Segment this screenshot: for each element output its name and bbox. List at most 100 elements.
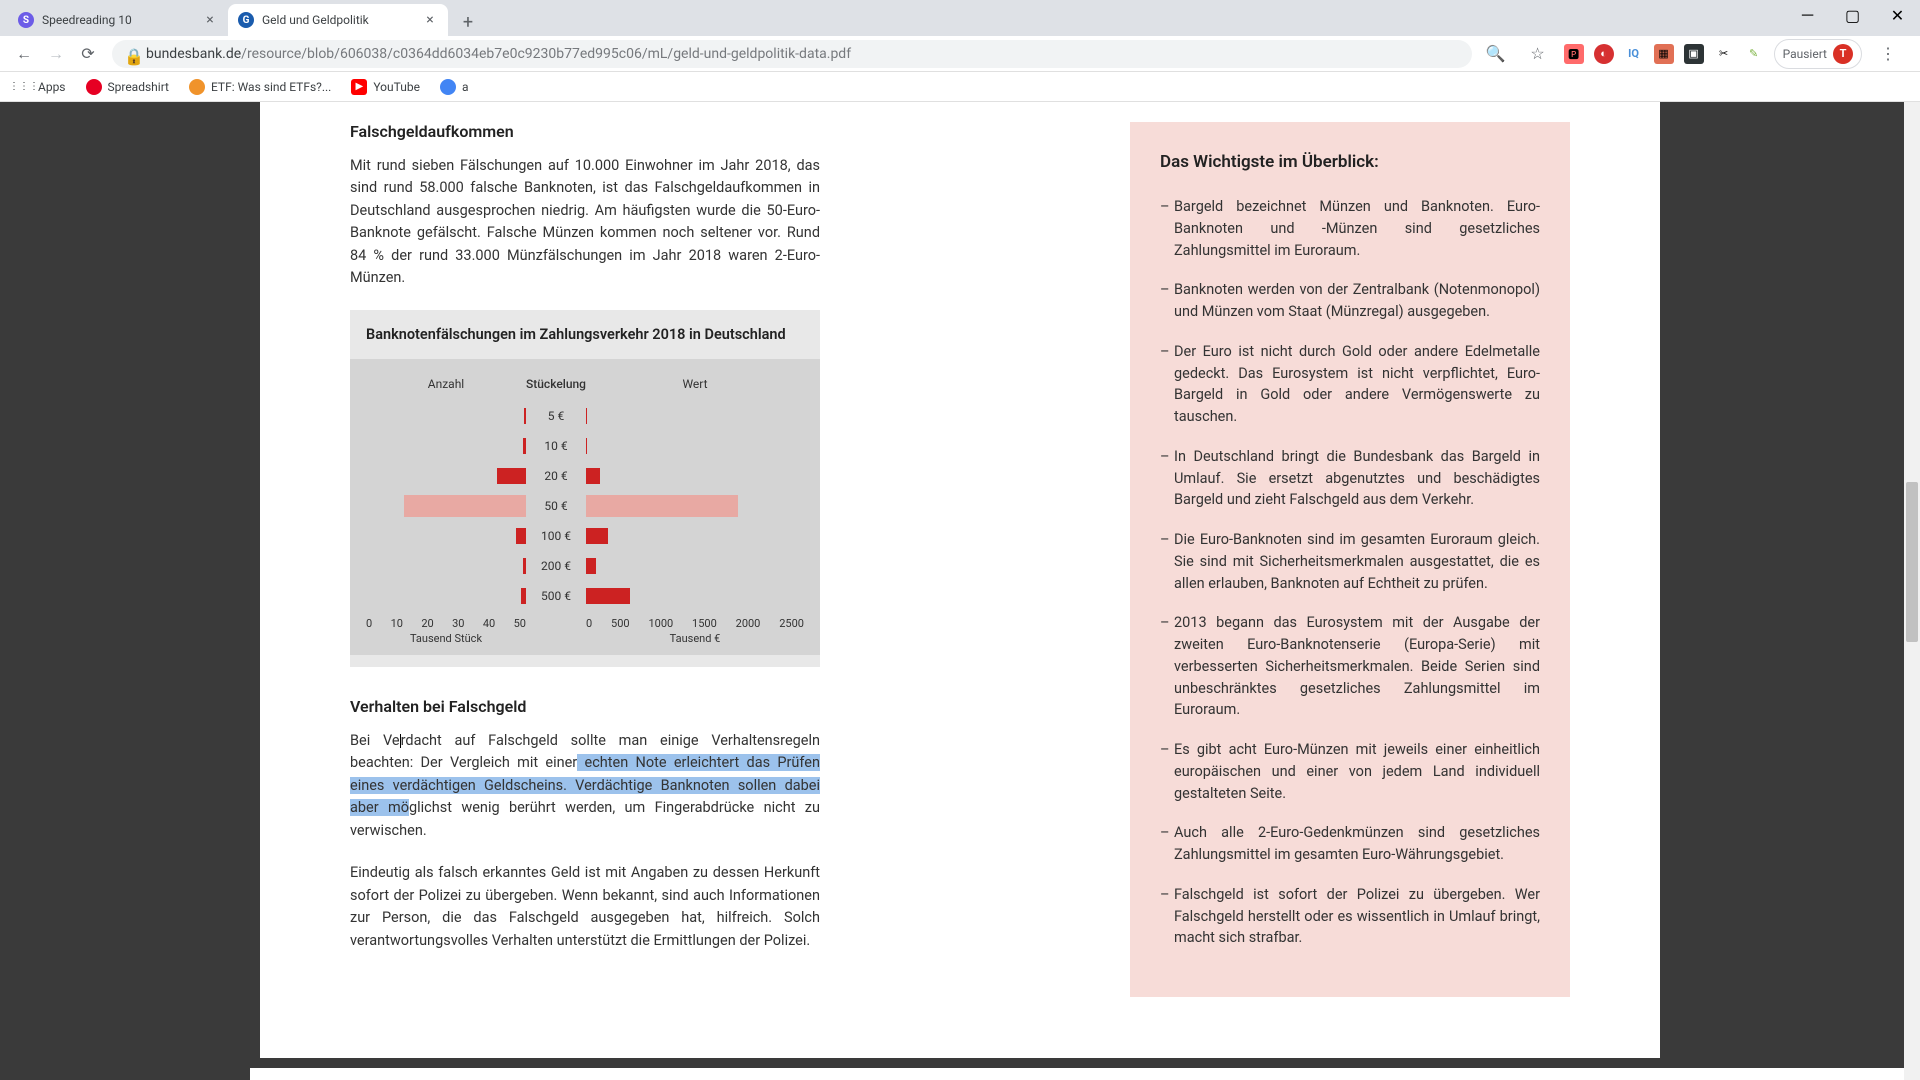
browser-tab-bar: S Speedreading 10 × G Geld und Geldpolit… [0,0,1920,36]
axis-label-left: Tausend Stück [366,632,526,645]
bar-anzahl [497,468,526,484]
axis-tick: 0 [366,617,372,630]
scroll-thumb[interactable] [1906,482,1918,642]
favicon-icon: S [18,12,34,28]
bar-wert [586,495,738,517]
zoom-icon[interactable]: 🔍 [1480,38,1512,70]
summary-box: Das Wichtigste im Überblick: Bargeld bez… [1130,122,1570,997]
scrollbar-vertical[interactable] [1904,102,1920,1080]
extension-icon[interactable]: ✂ [1714,44,1734,64]
axis-tick: 500 [611,617,630,630]
axis-tick: 0 [586,617,592,630]
bookmark-icon [189,79,205,95]
menu-icon[interactable]: ⋮ [1872,38,1904,70]
axis-tick: 2500 [779,617,804,630]
bookmark-spreadshirt[interactable]: Spreadshirt [78,75,177,99]
avatar: T [1833,44,1853,64]
pdf-viewer: Falschgeldaufkommen Mit rund sieben Fäls… [0,102,1920,1080]
chart-header-wert: Wert [586,377,804,391]
chart-row: 50 € [366,491,804,521]
close-icon[interactable]: × [202,12,218,28]
extension-icon[interactable]: 🅿 [1564,44,1584,64]
chart-row: 10 € [366,431,804,461]
bar-anzahl [404,495,526,517]
axis-tick: 10 [391,617,403,630]
summary-item[interactable]: Die Euro-Banknoten sind im gesamten Euro… [1160,529,1540,594]
reload-button[interactable]: ⟳ [72,38,104,70]
forward-button[interactable]: → [40,38,72,70]
paragraph[interactable]: Mit rund sieben Fälschungen auf 10.000 E… [350,155,820,290]
bar-denom-label: 200 € [526,559,586,573]
bar-denom-label: 10 € [526,439,586,453]
chart-banknotenfaelschungen: Banknotenfälschungen im Zahlungsverkehr … [350,310,820,667]
summary-item[interactable]: Banknoten werden von der Zentralbank (No… [1160,279,1540,323]
bookmark-icon [440,79,456,95]
summary-item[interactable]: In Deutschland bringt die Bundesbank das… [1160,446,1540,511]
axis-tick: 40 [483,617,495,630]
bookmarks-bar: ⋮⋮⋮Apps Spreadshirt ETF: Was sind ETFs?.… [0,72,1920,102]
address-bar: ← → ⟳ 🔒 bundesbank.de/resource/blob/6060… [0,36,1920,72]
bar-anzahl [516,528,526,544]
chart-title: Banknotenfälschungen im Zahlungsverkehr … [350,326,820,359]
maximize-button[interactable]: ▢ [1830,0,1875,30]
youtube-icon: ▶ [351,79,367,95]
profile-chip[interactable]: Pausiert T [1774,39,1862,69]
next-page-edge [250,1068,1910,1080]
bar-denom-label: 5 € [526,409,586,423]
paragraph-selected[interactable]: Bei Verdacht auf Falschgeld sollte man e… [350,730,820,842]
summary-item[interactable]: Falschgeld ist sofort der Polizei zu übe… [1160,884,1540,949]
paragraph[interactable]: Eindeutig als falsch erkanntes Geld ist … [350,862,820,952]
axis-tick: 20 [421,617,433,630]
bar-denom-label: 20 € [526,469,586,483]
minimize-button[interactable]: ─ [1785,0,1830,30]
bar-denom-label: 100 € [526,529,586,543]
star-icon[interactable]: ☆ [1522,38,1554,70]
back-button[interactable]: ← [8,38,40,70]
url-field[interactable]: 🔒 bundesbank.de/resource/blob/606038/c03… [112,40,1472,68]
summary-item[interactable]: Es gibt acht Euro-Münzen mit jeweils ein… [1160,739,1540,804]
tab-title: Speedreading 10 [42,13,202,27]
lock-icon: 🔒 [124,47,138,61]
axis-label-right: Tausend € [586,632,804,645]
axis-tick: 1000 [648,617,673,630]
tab-speedreading[interactable]: S Speedreading 10 × [8,4,228,36]
bookmark-etf[interactable]: ETF: Was sind ETFs?... [181,75,339,99]
bookmark-youtube[interactable]: ▶YouTube [343,75,428,99]
bar-wert [586,528,608,544]
extension-icon[interactable]: ▦ [1654,44,1674,64]
bookmark-a[interactable]: a [432,75,477,99]
chart-row: 100 € [366,521,804,551]
chart-plot-area: Anzahl Stückelung Wert 5 €10 €20 €50 €10… [350,359,820,655]
chart-row: 500 € [366,581,804,611]
extension-icon[interactable]: IQ [1624,44,1644,64]
bar-denom-label: 50 € [526,499,586,513]
right-column: Das Wichtigste im Überblick: Bargeld bez… [1130,122,1570,1020]
axis-tick: 2000 [736,617,761,630]
pdf-page: Falschgeldaufkommen Mit rund sieben Fäls… [260,102,1660,1080]
toolbar-icons: 🔍 ☆ 🅿 ◐ IQ ▦ ▣ ✂ ✎ Pausiert T ⋮ [1480,38,1912,70]
bookmark-apps[interactable]: ⋮⋮⋮Apps [8,75,74,99]
summary-item[interactable]: Der Euro ist nicht durch Gold oder ander… [1160,341,1540,428]
window-close-button[interactable]: ✕ [1875,0,1920,30]
extension-icon[interactable]: ▣ [1684,44,1704,64]
tab-geld-active[interactable]: G Geld und Geldpolitik × [228,4,448,36]
heading-verhalten: Verhalten bei Falschgeld [350,697,820,716]
close-icon[interactable]: × [422,12,438,28]
summary-title: Das Wichtigste im Überblick: [1160,152,1540,172]
bar-wert [586,468,600,484]
tab-title: Geld und Geldpolitik [262,13,422,27]
chart-header-anzahl: Anzahl [366,377,526,391]
summary-item[interactable]: Bargeld bezeichnet Münzen und Banknoten.… [1160,196,1540,261]
axis-tick: 50 [514,617,526,630]
extension-icon[interactable]: ◐ [1594,44,1614,64]
summary-item[interactable]: Auch alle 2-Euro-Gedenkmünzen sind geset… [1160,822,1540,866]
chart-row: 200 € [366,551,804,581]
axis-tick: 1500 [692,617,717,630]
chart-row: 20 € [366,461,804,491]
favicon-icon: G [238,12,254,28]
left-column: Falschgeldaufkommen Mit rund sieben Fäls… [350,122,820,1020]
extension-icon[interactable]: ✎ [1744,44,1764,64]
bookmark-icon [86,79,102,95]
new-tab-button[interactable]: + [454,8,482,36]
summary-item[interactable]: 2013 begann das Eurosystem mit der Ausga… [1160,612,1540,721]
